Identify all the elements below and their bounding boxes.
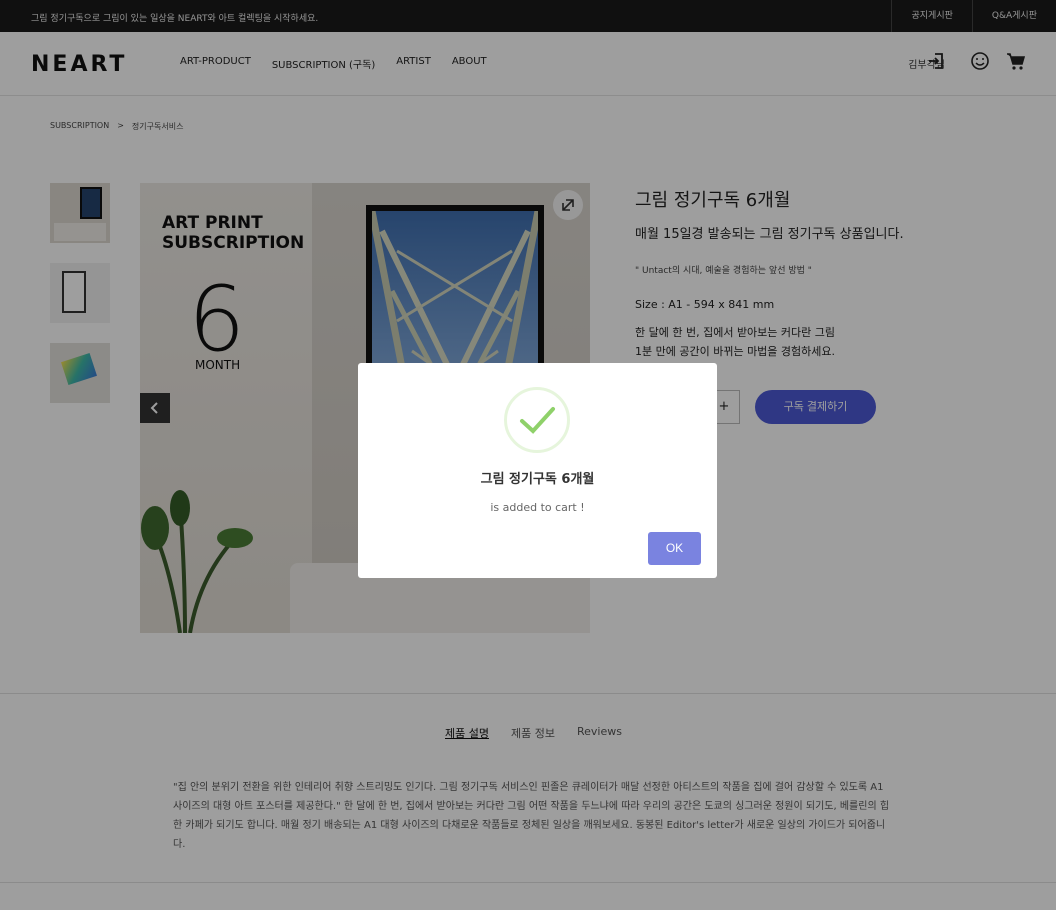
added-to-cart-dialog: 그림 정기구독 6개월 is added to cart ! OK <box>358 363 717 578</box>
dialog-title: 그림 정기구독 6개월 <box>480 472 595 487</box>
success-check-circle <box>504 387 570 453</box>
checkmark-icon <box>520 407 555 434</box>
dialog-message: is added to cart ! <box>490 501 585 514</box>
ok-button[interactable]: OK <box>648 532 701 565</box>
